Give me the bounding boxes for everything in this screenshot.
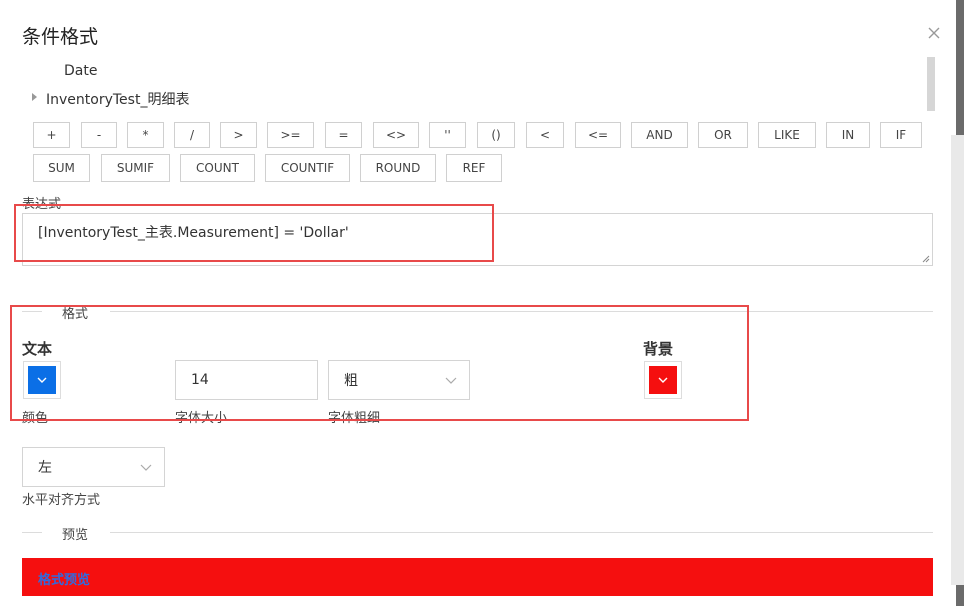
format-divider-right <box>110 311 933 312</box>
font-size-label: 字体大小 <box>175 411 228 426</box>
background-color-picker[interactable] <box>644 361 682 399</box>
tree-item-date[interactable]: Date <box>64 63 97 79</box>
tree-item-inventory-detail[interactable]: InventoryTest_明细表 <box>46 89 189 109</box>
font-weight-value: 粗 <box>344 373 358 389</box>
text-color-swatch <box>28 366 56 394</box>
resize-grip-icon[interactable] <box>922 255 930 263</box>
dialog-scrollbar[interactable] <box>951 135 964 585</box>
background-color-swatch <box>649 366 677 394</box>
dialog-title: 条件格式 <box>22 26 99 48</box>
op-button-less[interactable]: < <box>526 122 564 148</box>
op-button-greater[interactable]: > <box>220 122 257 148</box>
text-heading: 文本 <box>22 340 53 358</box>
op-button-not-equal[interactable]: <> <box>373 122 419 148</box>
fn-button-countif[interactable]: COUNTIF <box>265 154 350 182</box>
format-section-title: 格式 <box>60 303 91 322</box>
font-size-input[interactable]: 14 <box>175 360 318 400</box>
op-button-divide[interactable]: / <box>174 122 210 148</box>
op-button-quotes[interactable]: '' <box>429 122 466 148</box>
horizontal-align-select[interactable]: 左 <box>22 447 165 487</box>
close-icon[interactable] <box>925 24 943 42</box>
color-label: 颜色 <box>22 411 49 426</box>
format-divider-left <box>22 311 42 312</box>
format-preview: 格式预览 <box>22 558 933 596</box>
conditional-format-dialog: 条件格式 Date InventoryTest_明细表 + - * / > >=… <box>0 0 956 606</box>
op-button-minus[interactable]: - <box>81 122 117 148</box>
tree-scrollbar-thumb[interactable] <box>927 57 935 111</box>
preview-divider-left <box>22 532 42 533</box>
fn-button-sum[interactable]: SUM <box>33 154 90 182</box>
op-button-parentheses[interactable]: () <box>477 122 515 148</box>
chevron-down-icon <box>37 377 47 383</box>
background-heading: 背景 <box>643 340 674 358</box>
preview-divider-right <box>110 532 933 533</box>
font-weight-label: 字体粗细 <box>328 411 381 426</box>
op-button-multiply[interactable]: * <box>127 122 164 148</box>
horizontal-align-label: 水平对齐方式 <box>22 493 101 508</box>
op-button-greater-equal[interactable]: >= <box>267 122 314 148</box>
op-button-less-equal[interactable]: <= <box>575 122 621 148</box>
fn-button-ref[interactable]: REF <box>446 154 502 182</box>
op-button-like[interactable]: LIKE <box>758 122 816 148</box>
op-button-and[interactable]: AND <box>631 122 688 148</box>
expression-label: 表达式 <box>22 197 62 212</box>
preview-sample-text: 格式预览 <box>38 573 91 588</box>
expand-arrow-icon[interactable] <box>32 93 37 101</box>
horizontal-align-value: 左 <box>38 460 52 476</box>
op-button-if[interactable]: IF <box>880 122 922 148</box>
op-button-in[interactable]: IN <box>826 122 870 148</box>
op-button-equal[interactable]: = <box>325 122 362 148</box>
preview-section-title: 预览 <box>60 524 91 543</box>
expression-value: [InventoryTest_主表.Measurement] = 'Dollar… <box>38 225 349 241</box>
font-weight-select[interactable]: 粗 <box>328 360 470 400</box>
op-button-or[interactable]: OR <box>698 122 748 148</box>
text-color-picker[interactable] <box>23 361 61 399</box>
fn-button-round[interactable]: ROUND <box>360 154 436 182</box>
chevron-down-icon <box>658 377 668 383</box>
fn-button-sumif[interactable]: SUMIF <box>101 154 170 182</box>
op-button-plus[interactable]: + <box>33 122 70 148</box>
chevron-down-icon <box>140 464 152 471</box>
expression-textarea[interactable]: [InventoryTest_主表.Measurement] = 'Dollar… <box>22 213 933 266</box>
chevron-down-icon <box>445 377 457 384</box>
fn-button-count[interactable]: COUNT <box>180 154 255 182</box>
